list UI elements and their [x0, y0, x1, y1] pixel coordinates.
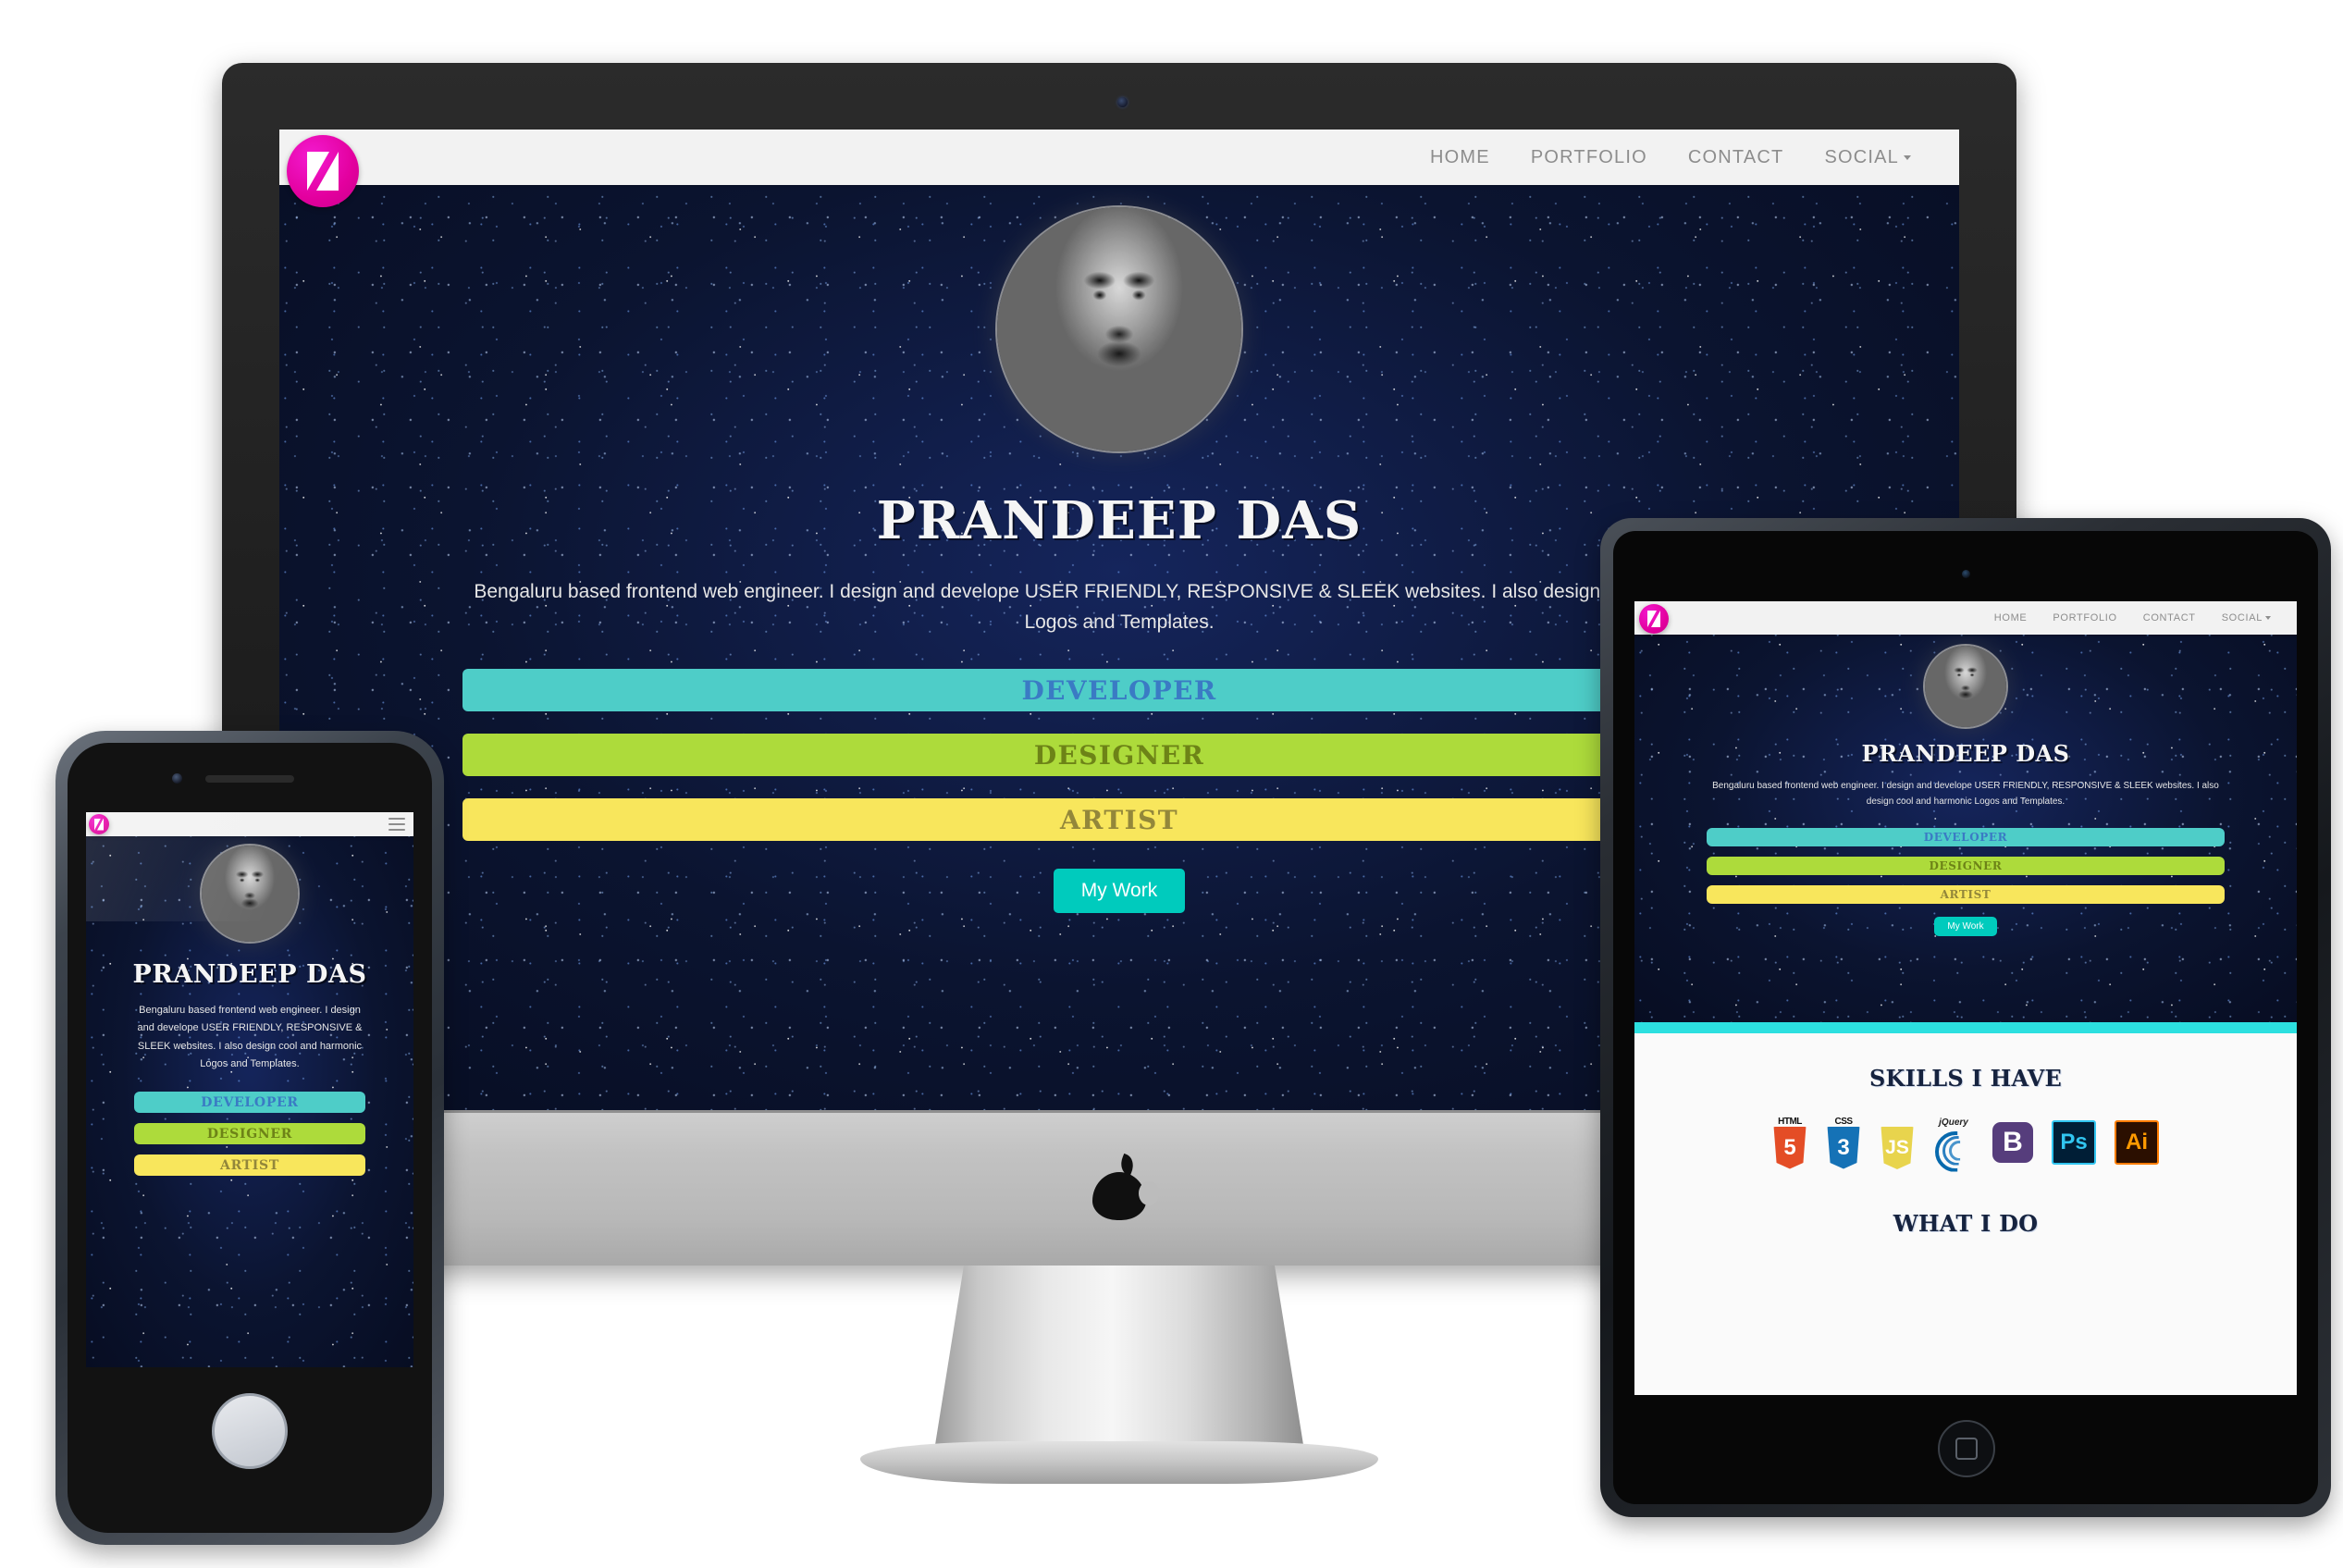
phone-home-button[interactable] [212, 1393, 288, 1469]
teal-divider [1634, 1022, 2297, 1033]
apple-logo-icon [1092, 1153, 1159, 1220]
phone-camera-icon [172, 773, 182, 784]
ipad-home-button[interactable] [1938, 1420, 1995, 1477]
illustrator-icon: Ai [2115, 1120, 2159, 1165]
skill-bar-developer[interactable]: DEVELOPER [1707, 828, 2225, 846]
hero-description: Bengaluru based frontend web engineer. I… [137, 1005, 363, 1069]
nav-item-contact[interactable]: CONTACT [1688, 147, 1784, 168]
hamburger-menu-icon[interactable] [388, 818, 405, 831]
avatar [997, 207, 1241, 451]
website-tablet-view: HOME PORTFOLIO CONTACT SOCIAL PRANDEEP D… [1634, 601, 2297, 1395]
skill-bars-desktop: DEVELOPER DESIGNER ARTIST [462, 669, 1776, 842]
chevron-down-icon [1904, 154, 1911, 160]
skill-bars-mobile: DEVELOPER DESIGNER ARTIST [134, 1092, 365, 1176]
page-title: PRANDEEP DAS [132, 960, 367, 989]
nav-item-portfolio[interactable]: PORTFOLIO [1531, 147, 1647, 168]
skills-section: SKILLS I HAVE HTML 5 CSS 3 JS jQuery B P… [1634, 1033, 2297, 1395]
hero-section-tablet: PRANDEEP DAS Bengaluru based frontend we… [1634, 646, 2297, 936]
ipad-screen: HOME PORTFOLIO CONTACT SOCIAL PRANDEEP D… [1634, 601, 2297, 1395]
navbar-desktop: HOME PORTFOLIO CONTACT SOCIAL [279, 130, 1959, 185]
z-slash-logo-icon [94, 818, 104, 831]
nav-links-desktop: HOME PORTFOLIO CONTACT SOCIAL [1430, 147, 1911, 168]
hero-section-mobile: PRANDEEP DAS Bengaluru based frontend we… [86, 846, 413, 1176]
imac-stand-foot [860, 1441, 1378, 1484]
avatar [202, 846, 298, 942]
brand-logo[interactable] [89, 814, 109, 834]
html5-icon: HTML 5 [1772, 1117, 1807, 1169]
photoshop-icon: Ps [2052, 1120, 2096, 1165]
nav-item-social-label: SOCIAL [2221, 612, 2263, 623]
nav-item-social[interactable]: SOCIAL [2222, 612, 2271, 623]
hero-description: Bengaluru based frontend web engineer. I… [462, 577, 1776, 637]
nav-item-home[interactable]: HOME [1994, 612, 2028, 623]
skill-bar-designer[interactable]: DESIGNER [1707, 857, 2225, 875]
page-title: PRANDEEP DAS [1861, 740, 2070, 767]
navbar-tablet: HOME PORTFOLIO CONTACT SOCIAL [1634, 601, 2297, 635]
hero-description-line2: Logos and Templates. [1024, 611, 1215, 633]
whatido-title: WHAT I DO [1893, 1210, 2039, 1237]
brand-logo[interactable] [1639, 604, 1669, 634]
skill-bar-designer[interactable]: DESIGNER [462, 734, 1776, 777]
nav-item-social[interactable]: SOCIAL [1824, 147, 1911, 168]
my-work-button[interactable]: My Work [1053, 869, 1186, 914]
phone-screen: PRANDEEP DAS Bengaluru based frontend we… [86, 812, 413, 1367]
skill-bar-developer[interactable]: DEVELOPER [462, 669, 1776, 712]
nav-item-social-label: SOCIAL [1824, 146, 1899, 167]
nav-item-portfolio[interactable]: PORTFOLIO [2053, 612, 2116, 623]
iphone-mobile-device: PRANDEEP DAS Bengaluru based frontend we… [55, 731, 444, 1545]
jquery-icon: jQuery [1933, 1117, 1974, 1172]
z-slash-logo-icon [307, 152, 339, 191]
javascript-icon: JS [1880, 1116, 1915, 1169]
my-work-button[interactable]: My Work [1934, 917, 1997, 936]
chevron-down-icon [2265, 616, 2271, 621]
css3-icon: CSS 3 [1826, 1117, 1861, 1169]
hero-description: Bengaluru based frontend web engineer. I… [1712, 781, 2219, 807]
ipad-tablet-device: HOME PORTFOLIO CONTACT SOCIAL PRANDEEP D… [1600, 518, 2331, 1517]
brand-logo[interactable] [287, 135, 359, 207]
skill-bars-tablet: DEVELOPER DESIGNER ARTIST [1707, 828, 2225, 904]
z-slash-logo-icon [1647, 611, 1660, 627]
website-mobile-view: PRANDEEP DAS Bengaluru based frontend we… [86, 812, 413, 1367]
navbar-mobile [86, 812, 413, 836]
bootstrap-icon: B [1992, 1122, 2033, 1163]
nav-item-contact[interactable]: CONTACT [2143, 612, 2196, 623]
skills-title: SKILLS I HAVE [1868, 1065, 2063, 1092]
skill-bar-designer[interactable]: DESIGNER [134, 1123, 365, 1144]
imac-stand-neck [934, 1266, 1304, 1451]
ipad-camera-icon [1962, 570, 1970, 578]
skill-bar-artist[interactable]: ARTIST [462, 798, 1776, 842]
skill-bar-developer[interactable]: DEVELOPER [134, 1092, 365, 1113]
avatar [1925, 646, 2006, 727]
skill-icon-list: HTML 5 CSS 3 JS jQuery B Ps Ai [1772, 1116, 2159, 1172]
hero-description-line1: Bengaluru based frontend web engineer. I… [474, 581, 1765, 602]
phone-speaker [205, 775, 294, 783]
imac-camera-icon [1117, 97, 1128, 107]
nav-item-home[interactable]: HOME [1430, 147, 1490, 168]
nav-links-tablet: HOME PORTFOLIO CONTACT SOCIAL [1994, 612, 2271, 623]
skill-bar-artist[interactable]: ARTIST [134, 1154, 365, 1176]
page-title: PRANDEEP DAS [876, 490, 1363, 551]
skill-bar-artist[interactable]: ARTIST [1707, 885, 2225, 904]
